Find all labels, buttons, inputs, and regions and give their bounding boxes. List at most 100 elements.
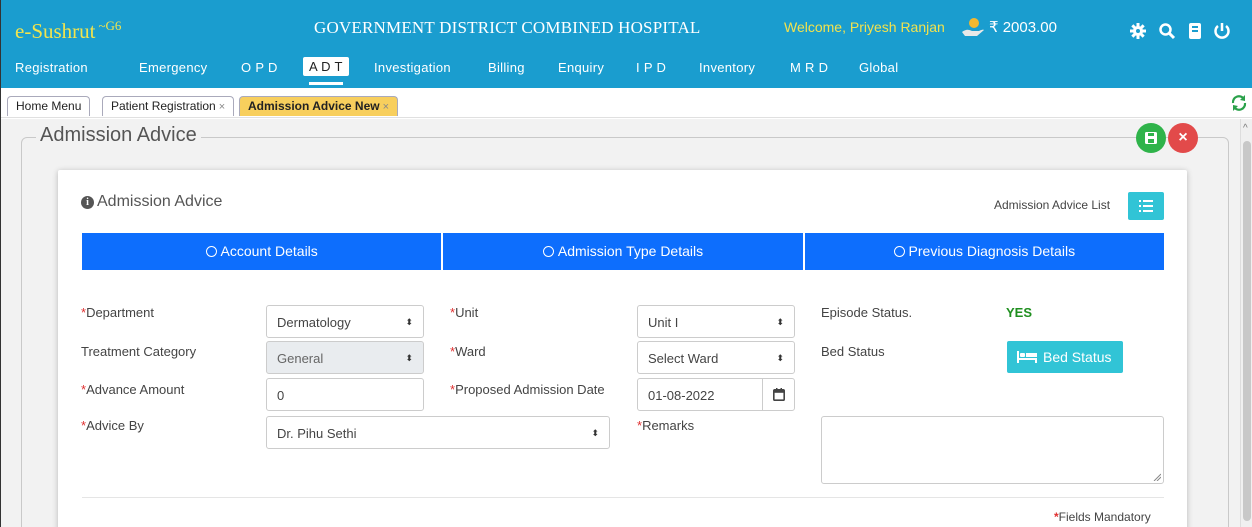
welcome-text: Welcome, Priyesh Ranjan: [784, 19, 945, 35]
select-caret-icon: ⬍: [591, 428, 599, 438]
scrollbar-thumb[interactable]: [1243, 141, 1251, 521]
gear-icon[interactable]: [1129, 22, 1147, 40]
proposed-admission-date-input[interactable]: 01-08-2022: [637, 378, 795, 411]
nav-opd[interactable]: O P D: [241, 60, 278, 75]
unit-label: *Unit: [450, 305, 478, 320]
brand-name: e-Sushrut: [15, 19, 96, 43]
calendar-button[interactable]: [762, 379, 794, 410]
label-text: Advance Amount: [86, 382, 185, 397]
mandatory-note-text: Fields Mandatory: [1058, 510, 1151, 524]
ward-select[interactable]: Select Ward ⬍: [637, 341, 795, 374]
treatment-category-label: Treatment Category: [81, 344, 197, 359]
tab-strip: Home Menu Patient Registration × Admissio…: [1, 88, 1252, 118]
list-icon: [1139, 200, 1153, 212]
label-text: Ward: [455, 344, 486, 359]
card-title-text: Admission Advice: [97, 193, 223, 210]
hospital-name: GOVERNMENT DISTRICT COMBINED HOSPITAL: [314, 18, 701, 37]
close-button[interactable]: ×: [1168, 123, 1198, 153]
label-text: Remarks: [642, 418, 695, 433]
tab-home-menu[interactable]: Home Menu: [7, 96, 91, 116]
form-divider: [82, 497, 1164, 498]
tab-account-details[interactable]: Account Details: [82, 233, 444, 270]
select-caret-icon: ⬍: [776, 353, 784, 363]
label-text: Proposed Admission Date: [455, 382, 605, 397]
resize-handle-icon[interactable]: [1153, 473, 1161, 481]
select-value: Select Ward: [648, 351, 719, 366]
label-text: Department: [86, 305, 154, 320]
user-circle-icon: [542, 246, 554, 257]
nav-mrd[interactable]: M R D: [790, 60, 828, 75]
save-button[interactable]: [1136, 123, 1166, 153]
card-title: i Admission Advice: [81, 193, 222, 211]
power-icon[interactable]: [1213, 22, 1231, 40]
episode-status-label: Episode Status.: [821, 305, 913, 320]
nav-enquiry[interactable]: Enquiry: [558, 60, 604, 75]
app-brand: e-Sushrut ~G6: [15, 18, 121, 44]
nav-registration[interactable]: Registration: [15, 60, 88, 75]
select-caret-icon: ⬍: [405, 317, 413, 327]
nav-ipd[interactable]: I P D: [636, 60, 666, 75]
tab-label: Patient Registration: [111, 99, 216, 113]
department-label: *Department: [81, 305, 154, 320]
brand-version: ~G6: [98, 18, 122, 33]
search-icon[interactable]: [1158, 22, 1176, 40]
section-label: Admission Type Details: [557, 243, 704, 259]
label-text: Unit: [455, 305, 479, 320]
advance-amount-input[interactable]: 0: [266, 378, 424, 411]
top-header: e-Sushrut ~G6 GOVERNMENT DISTRICT COMBINE…: [1, 0, 1252, 88]
user-circle-icon: [205, 246, 217, 257]
vertical-scrollbar[interactable]: ^: [1240, 119, 1252, 527]
bed-status-label: Bed Status: [821, 344, 885, 359]
tab-close-icon[interactable]: ×: [383, 101, 389, 113]
tab-label: Home Menu: [16, 99, 82, 113]
bed-status-button[interactable]: Bed Status: [1007, 341, 1123, 373]
nav-adt[interactable]: A D T: [303, 57, 349, 85]
remarks-label: *Remarks: [637, 418, 694, 433]
page-title: Admission Advice: [36, 124, 201, 147]
scroll-up-icon[interactable]: ^: [1243, 123, 1248, 134]
nav-emergency[interactable]: Emergency: [139, 60, 207, 75]
advice-by-label: *Advice By: [81, 418, 144, 433]
book-icon[interactable]: [1186, 22, 1204, 40]
remarks-textarea[interactable]: [821, 416, 1164, 484]
advance-amount-label: *Advance Amount: [81, 382, 184, 397]
main-nav: Registration Emergency O P D A D T Inves…: [1, 54, 931, 88]
department-select[interactable]: Dermatology ⬍: [266, 305, 424, 338]
tab-label: Admission Advice New: [248, 99, 380, 113]
unit-select[interactable]: Unit I ⬍: [637, 305, 795, 338]
nav-investigation[interactable]: Investigation: [374, 60, 451, 75]
select-value: Dermatology: [277, 315, 351, 330]
tab-admission-advice-new[interactable]: Admission Advice New ×: [239, 96, 399, 116]
treatment-category-select: General ⬍: [266, 341, 424, 374]
select-value: General: [277, 351, 324, 366]
nav-inventory[interactable]: Inventory: [699, 60, 755, 75]
refresh-icon[interactable]: [1230, 94, 1248, 112]
tab-patient-registration[interactable]: Patient Registration ×: [102, 96, 235, 116]
label-text: Advice By: [86, 418, 144, 433]
select-value: Unit I: [648, 315, 679, 330]
admission-advice-list-button[interactable]: [1128, 192, 1164, 220]
wallet-balance: ₹ 2003.00: [989, 19, 1057, 36]
advice-by-select[interactable]: Dr. Pihu Sethi ⬍: [266, 416, 610, 449]
ward-label: *Ward: [450, 344, 486, 359]
info-icon: i: [81, 196, 94, 209]
nav-billing[interactable]: Billing: [488, 60, 525, 75]
admission-advice-list-label: Admission Advice List: [994, 198, 1111, 212]
select-value: Dr. Pihu Sethi: [277, 426, 357, 441]
section-label: Account Details: [220, 243, 318, 259]
nav-global[interactable]: Global: [859, 60, 898, 75]
section-label: Previous Diagnosis Details: [908, 243, 1076, 259]
section-tabs: Account Details Admission Type Details P…: [82, 233, 1164, 270]
calendar-icon: [773, 388, 785, 401]
date-value: 01-08-2022: [648, 388, 715, 403]
bed-status-button-label: Bed Status: [1043, 349, 1112, 365]
select-caret-icon: ⬍: [405, 353, 413, 363]
tab-previous-diagnosis-details[interactable]: Previous Diagnosis Details: [805, 233, 1164, 270]
user-circle-icon: [893, 246, 905, 257]
tab-admission-type-details[interactable]: Admission Type Details: [443, 233, 805, 270]
coin-hand-icon: [962, 18, 984, 36]
mandatory-note: *Fields Mandatory: [1054, 510, 1151, 524]
bed-icon: [1017, 351, 1037, 363]
tab-close-icon[interactable]: ×: [219, 101, 225, 113]
episode-status-value: YES: [1006, 305, 1033, 320]
